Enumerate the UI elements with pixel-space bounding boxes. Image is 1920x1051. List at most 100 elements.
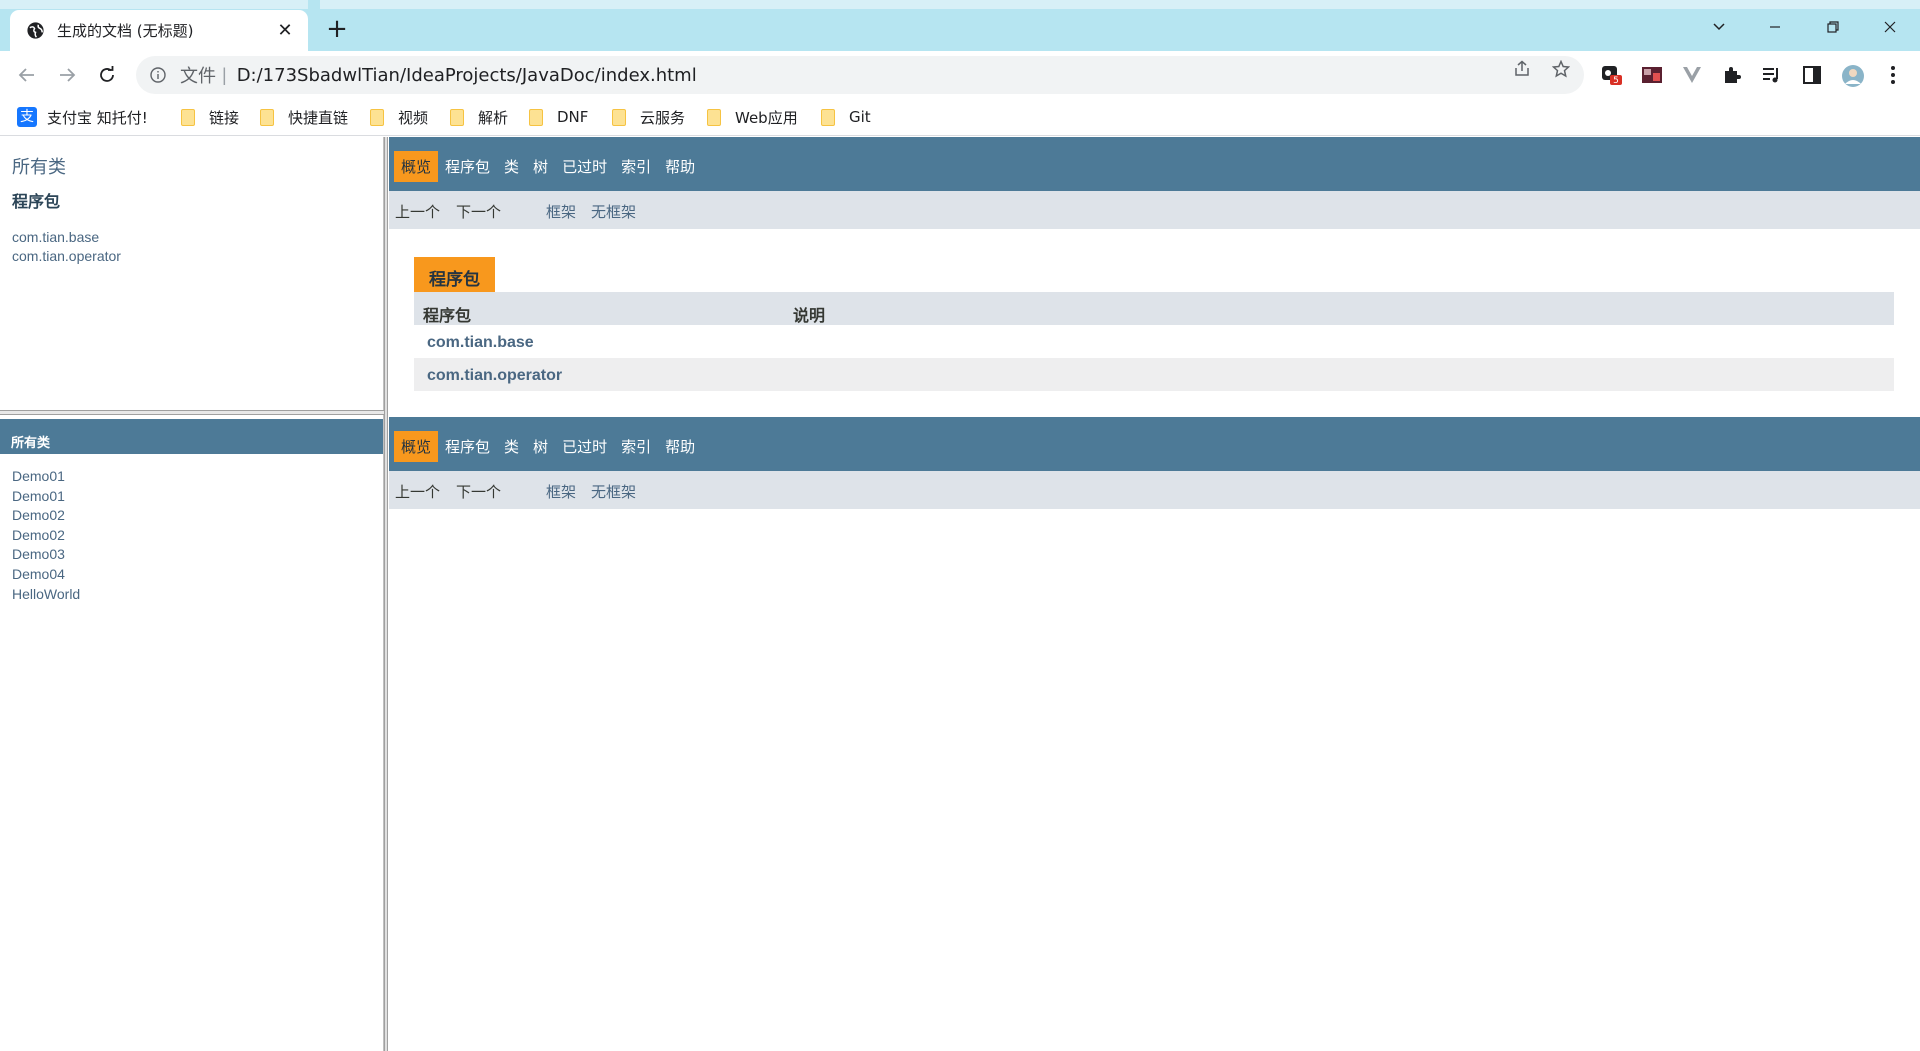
extension-1-icon[interactable]: 5	[1601, 64, 1623, 86]
bookmark-folder[interactable]: Web应用	[707, 105, 798, 129]
image-extension-icon	[1642, 67, 1662, 83]
next-label: 下一个	[456, 203, 502, 221]
star-icon	[1551, 59, 1571, 78]
url-separator: |	[222, 64, 227, 85]
class-link[interactable]: Demo02	[12, 506, 80, 526]
nav-help[interactable]: 帮助	[658, 431, 702, 462]
browser-tab[interactable]: 生成的文档 (无标题) ✕	[10, 10, 308, 51]
tab-search-button[interactable]	[1696, 12, 1742, 42]
extension-2-icon[interactable]	[1641, 64, 1663, 86]
package-link[interactable]: com.tian.operator	[12, 247, 121, 266]
class-link[interactable]: Demo02	[12, 526, 80, 546]
tab-close-icon[interactable]: ✕	[274, 20, 296, 41]
forward-arrow-icon	[60, 68, 76, 82]
side-panel-button[interactable]	[1801, 64, 1823, 86]
class-link[interactable]: Demo04	[12, 565, 80, 585]
bookmark-star-icon[interactable]	[1550, 59, 1572, 82]
overview-frame: 概览 程序包 类 树 已过时 索引 帮助 上一个 下一个 框架 无框架 程序包 …	[389, 137, 1920, 1051]
nav-class[interactable]: 类	[497, 151, 526, 182]
bookmark-folder[interactable]: 云服务	[612, 105, 685, 129]
class-link[interactable]: Demo03	[12, 545, 80, 565]
no-frames-link[interactable]: 无框架	[591, 481, 636, 502]
minimize-icon	[1770, 26, 1780, 28]
browser-menu-button[interactable]	[1882, 64, 1904, 86]
bookmark-label: 云服务	[640, 108, 686, 127]
url-scheme-label: 文件	[180, 66, 216, 87]
class-link[interactable]: Demo01	[12, 487, 80, 507]
folder-icon	[370, 108, 384, 126]
nav-deprecated[interactable]: 已过时	[555, 431, 614, 462]
chevron-down-icon	[1713, 23, 1725, 31]
package-link[interactable]: com.tian.base	[12, 228, 121, 247]
bookmark-folder[interactable]: DNF	[529, 105, 588, 129]
bookmark-label: Git	[849, 108, 871, 126]
side-panel-icon	[1803, 66, 1821, 84]
extension-badge-icon: 5	[1602, 66, 1622, 86]
table-row: com.tian.operator	[414, 358, 1894, 391]
bookmark-label: 快捷直链	[288, 108, 349, 127]
bookmark-folder[interactable]: 快捷直链	[260, 105, 348, 129]
bookmark-folder[interactable]: 视频	[370, 105, 428, 129]
close-icon	[1884, 21, 1896, 33]
tab-strip: 生成的文档 (无标题) ✕ +	[0, 0, 1920, 51]
close-window-button[interactable]	[1867, 12, 1913, 42]
nav-tree[interactable]: 树	[526, 431, 555, 462]
vue-devtools-icon	[1683, 67, 1701, 83]
tab-title: 生成的文档 (无标题)	[57, 22, 194, 40]
share-icon-glyph	[1515, 60, 1529, 76]
reload-button[interactable]	[91, 59, 123, 91]
column-header-package: 程序包	[423, 306, 472, 325]
frames-link[interactable]: 框架	[546, 481, 576, 502]
bookmark-item[interactable]: 支 支付宝 知托付!	[17, 105, 148, 129]
profile-avatar[interactable]	[1841, 64, 1864, 87]
package-link[interactable]: com.tian.base	[427, 334, 534, 352]
nav-index[interactable]: 索引	[614, 151, 658, 182]
nav-deprecated[interactable]: 已过时	[555, 151, 614, 182]
nav-package[interactable]: 程序包	[438, 431, 497, 462]
new-tab-button[interactable]: +	[322, 15, 352, 45]
nav-class[interactable]: 类	[497, 431, 526, 462]
all-classes-link[interactable]: 所有类	[12, 153, 66, 179]
nav-index[interactable]: 索引	[614, 431, 658, 462]
restore-button[interactable]	[1810, 12, 1856, 42]
vertical-frame-splitter[interactable]	[384, 137, 388, 1051]
prev-label: 上一个	[395, 483, 441, 501]
no-frames-link[interactable]: 无框架	[591, 201, 636, 222]
back-arrow-icon	[18, 68, 34, 82]
bookmark-label: 支付宝 知托付!	[47, 108, 148, 127]
folder-icon	[707, 108, 721, 126]
frames-link[interactable]: 框架	[546, 201, 576, 222]
tab-strip-highlight	[320, 0, 1920, 9]
bookmark-folder[interactable]: 解析	[450, 105, 508, 129]
reload-icon	[100, 66, 114, 82]
class-link[interactable]: HelloWorld	[12, 585, 80, 605]
media-control-button[interactable]	[1761, 64, 1783, 86]
minimize-button[interactable]	[1752, 12, 1798, 42]
bottom-subnav: 上一个 下一个 框架 无框架	[389, 471, 1920, 509]
share-icon[interactable]	[1511, 60, 1533, 82]
package-link[interactable]: com.tian.operator	[427, 367, 562, 385]
nav-help[interactable]: 帮助	[658, 151, 702, 182]
bookmark-folder[interactable]: 链接	[181, 105, 239, 129]
folder-icon	[529, 108, 543, 126]
info-icon[interactable]	[150, 67, 166, 83]
folder-icon	[181, 108, 195, 126]
extensions-button[interactable]	[1721, 64, 1743, 86]
nav-package[interactable]: 程序包	[438, 151, 497, 182]
class-link[interactable]: Demo01	[12, 467, 80, 487]
top-subnav: 上一个 下一个 框架 无框架	[389, 191, 1920, 229]
package-list-frame: 所有类 程序包 com.tian.base com.tian.operator	[0, 137, 384, 410]
column-header-description: 说明	[793, 306, 826, 325]
nav-overview[interactable]: 概览	[394, 431, 439, 462]
extension-3-icon[interactable]	[1681, 64, 1703, 86]
back-button[interactable]	[11, 59, 43, 91]
nav-overview[interactable]: 概览	[394, 151, 439, 182]
url-text[interactable]: D:/173SbadwlTian/IdeaProjects/JavaDoc/in…	[237, 65, 697, 86]
bookmark-folder[interactable]: Git	[821, 105, 871, 129]
package-list: com.tian.base com.tian.operator	[12, 228, 121, 266]
nav-tree[interactable]: 树	[526, 151, 555, 182]
globe-icon	[27, 22, 44, 39]
address-bar[interactable]: 文件 | D:/173SbadwlTian/IdeaProjects/JavaD…	[136, 56, 1584, 94]
forward-button[interactable]	[51, 59, 83, 91]
restore-icon	[1827, 21, 1839, 33]
